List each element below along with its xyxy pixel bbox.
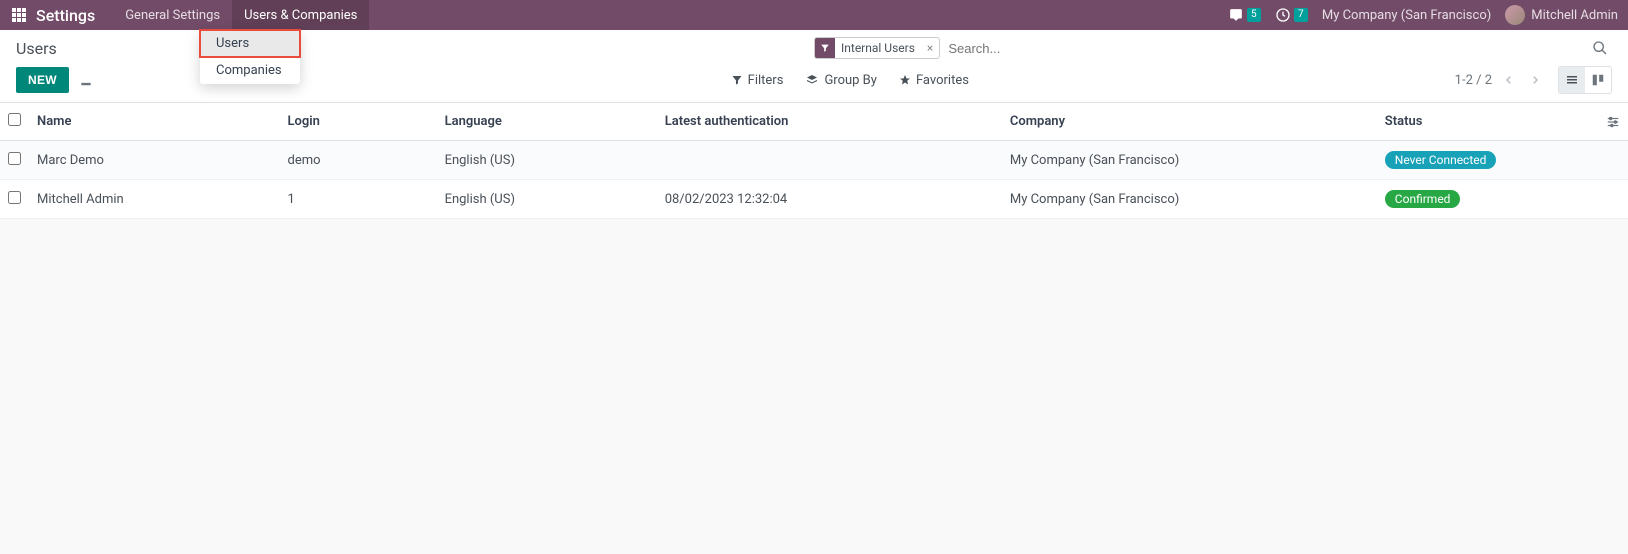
messages-badge: 5 xyxy=(1247,8,1261,22)
search-facet: Internal Users × xyxy=(814,37,940,59)
list-icon xyxy=(1565,74,1579,86)
groupby-button[interactable]: Group By xyxy=(805,73,877,88)
status-badge: Never Connected xyxy=(1385,151,1497,169)
table-row[interactable]: Marc Demo demo English (US) My Company (… xyxy=(0,141,1628,180)
company-switcher[interactable]: My Company (San Francisco) xyxy=(1322,8,1491,23)
top-nav: Settings General Settings Users & Compan… xyxy=(0,0,1628,30)
kanban-icon xyxy=(1591,73,1605,87)
row-checkbox[interactable] xyxy=(8,152,21,165)
th-auth[interactable]: Latest authentication xyxy=(657,103,1002,141)
status-badge: Confirmed xyxy=(1385,190,1461,208)
view-switch xyxy=(1558,66,1612,94)
cell-auth xyxy=(657,141,1002,180)
cell-login: 1 xyxy=(279,180,436,219)
user-menu[interactable]: Mitchell Admin xyxy=(1505,5,1618,25)
favorites-label: Favorites xyxy=(916,73,969,88)
filters-label: Filters xyxy=(748,73,784,88)
search-icon[interactable] xyxy=(1588,36,1612,60)
app-brand: Settings xyxy=(36,6,95,25)
cell-language: English (US) xyxy=(437,180,657,219)
apps-icon[interactable] xyxy=(10,6,28,24)
messages-button[interactable]: 5 xyxy=(1228,8,1261,22)
dropdown-item-users[interactable]: Users xyxy=(200,30,300,57)
cell-auth: 08/02/2023 12:32:04 xyxy=(657,180,1002,219)
cell-company: My Company (San Francisco) xyxy=(1002,180,1377,219)
new-button[interactable]: NEW xyxy=(16,67,69,93)
view-list[interactable] xyxy=(1559,67,1585,93)
cell-login: demo xyxy=(279,141,436,180)
activities-badge: 7 xyxy=(1294,8,1308,22)
pager-text: 1-2 / 2 xyxy=(1455,73,1492,88)
th-options[interactable] xyxy=(1598,103,1628,141)
th-company[interactable]: Company xyxy=(1002,103,1377,141)
chat-icon xyxy=(1228,8,1244,22)
favorites-button[interactable]: Favorites xyxy=(899,73,969,88)
activities-button[interactable]: 7 xyxy=(1275,7,1308,23)
clock-icon xyxy=(1275,7,1291,23)
cell-name: Mitchell Admin xyxy=(29,180,279,219)
dropdown-item-companies[interactable]: Companies xyxy=(200,57,300,84)
nav-general-settings[interactable]: General Settings xyxy=(113,0,232,30)
users-companies-dropdown: Users Companies xyxy=(200,30,300,84)
pager-prev[interactable] xyxy=(1500,72,1518,88)
cell-options xyxy=(1598,141,1628,180)
th-name[interactable]: Name xyxy=(29,103,279,141)
search-area: Internal Users × xyxy=(814,36,1612,60)
row-checkbox[interactable] xyxy=(8,191,21,204)
pager: 1-2 / 2 xyxy=(1455,72,1544,88)
users-table-wrap: Name Login Language Latest authenticatio… xyxy=(0,103,1628,219)
user-name-label: Mitchell Admin xyxy=(1531,8,1618,23)
th-login[interactable]: Login xyxy=(279,103,436,141)
cell-name: Marc Demo xyxy=(29,141,279,180)
cell-status: Confirmed xyxy=(1377,180,1598,219)
groupby-label: Group By xyxy=(824,73,877,88)
cell-company: My Company (San Francisco) xyxy=(1002,141,1377,180)
filter-icon xyxy=(815,38,835,58)
avatar xyxy=(1505,5,1525,25)
layers-icon xyxy=(805,74,819,86)
view-kanban[interactable] xyxy=(1585,67,1611,93)
select-all-checkbox[interactable] xyxy=(8,113,21,126)
facet-remove[interactable]: × xyxy=(921,41,939,55)
star-icon xyxy=(899,74,911,86)
breadcrumb: Users xyxy=(16,39,57,58)
table-row[interactable]: Mitchell Admin 1 English (US) 08/02/2023… xyxy=(0,180,1628,219)
sliders-icon xyxy=(1606,115,1620,129)
facet-label: Internal Users xyxy=(835,39,921,57)
th-status[interactable]: Status xyxy=(1377,103,1598,141)
filters-button[interactable]: Filters xyxy=(731,73,784,88)
funnel-icon xyxy=(731,74,743,86)
table-header-row: Name Login Language Latest authenticatio… xyxy=(0,103,1628,141)
cell-language: English (US) xyxy=(437,141,657,180)
pager-next[interactable] xyxy=(1526,72,1544,88)
search-input[interactable] xyxy=(940,37,1588,60)
nav-users-companies[interactable]: Users & Companies xyxy=(232,0,369,30)
cell-options xyxy=(1598,180,1628,219)
users-table: Name Login Language Latest authenticatio… xyxy=(0,103,1628,219)
th-language[interactable]: Language xyxy=(437,103,657,141)
download-icon[interactable] xyxy=(79,73,93,87)
cell-status: Never Connected xyxy=(1377,141,1598,180)
